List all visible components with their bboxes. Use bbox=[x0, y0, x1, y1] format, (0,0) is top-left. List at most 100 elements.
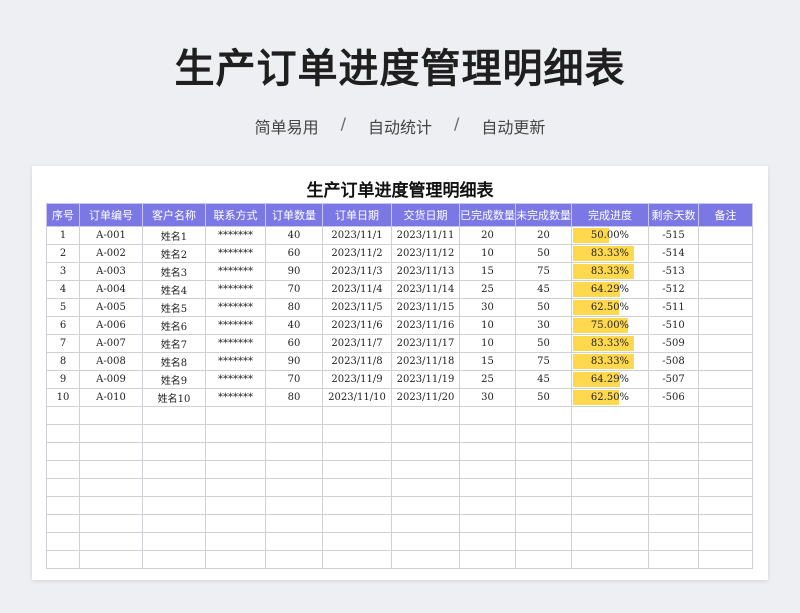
cell-days-left[interactable]: -512 bbox=[648, 280, 699, 299]
cell-contact[interactable]: ******* bbox=[205, 226, 266, 245]
cell-delivery-date[interactable]: 2023/11/16 bbox=[391, 316, 460, 335]
cell-days-left[interactable]: -515 bbox=[648, 226, 699, 245]
cell-qty[interactable] bbox=[265, 532, 323, 551]
cell-done[interactable]: 20 bbox=[459, 226, 516, 245]
cell-delivery-date[interactable]: 2023/11/17 bbox=[391, 334, 460, 353]
cell-undone[interactable] bbox=[515, 460, 572, 479]
cell-no[interactable]: 4 bbox=[46, 280, 80, 299]
cell-delivery-date[interactable] bbox=[391, 496, 460, 515]
cell-qty[interactable]: 70 bbox=[265, 280, 323, 299]
cell-order-date[interactable] bbox=[322, 424, 392, 443]
cell-order-date[interactable] bbox=[322, 532, 392, 551]
cell-order-date[interactable]: 2023/11/3 bbox=[322, 262, 392, 281]
cell-progress[interactable] bbox=[571, 442, 649, 461]
cell-note[interactable] bbox=[698, 532, 753, 551]
cell-note[interactable] bbox=[698, 496, 753, 515]
cell-no[interactable]: 5 bbox=[46, 298, 80, 317]
cell-delivery-date[interactable] bbox=[391, 532, 460, 551]
cell-qty[interactable] bbox=[265, 406, 323, 425]
cell-order-id[interactable] bbox=[79, 478, 143, 497]
cell-order-date[interactable]: 2023/11/4 bbox=[322, 280, 392, 299]
cell-progress[interactable]: 64.29% bbox=[571, 370, 649, 389]
column-header[interactable]: 剩余天数 bbox=[648, 203, 699, 227]
column-header[interactable]: 订单日期 bbox=[322, 203, 392, 227]
cell-undone[interactable] bbox=[515, 424, 572, 443]
cell-no[interactable]: 10 bbox=[46, 388, 80, 407]
cell-done[interactable] bbox=[459, 442, 516, 461]
cell-qty[interactable]: 90 bbox=[265, 352, 323, 371]
cell-qty[interactable]: 90 bbox=[265, 262, 323, 281]
cell-undone[interactable] bbox=[515, 442, 572, 461]
cell-done[interactable] bbox=[459, 406, 516, 425]
cell-done[interactable] bbox=[459, 514, 516, 533]
cell-note[interactable] bbox=[698, 442, 753, 461]
cell-customer[interactable] bbox=[142, 442, 206, 461]
cell-contact[interactable]: ******* bbox=[205, 370, 266, 389]
column-header[interactable]: 备注 bbox=[698, 203, 753, 227]
cell-customer[interactable]: 姓名8 bbox=[142, 352, 206, 371]
cell-note[interactable] bbox=[698, 370, 753, 389]
cell-no[interactable]: 8 bbox=[46, 352, 80, 371]
cell-days-left[interactable] bbox=[648, 406, 699, 425]
cell-no[interactable] bbox=[46, 460, 80, 479]
cell-done[interactable] bbox=[459, 550, 516, 569]
cell-undone[interactable] bbox=[515, 550, 572, 569]
cell-contact[interactable]: ******* bbox=[205, 352, 266, 371]
cell-qty[interactable] bbox=[265, 514, 323, 533]
cell-no[interactable] bbox=[46, 514, 80, 533]
cell-delivery-date[interactable] bbox=[391, 514, 460, 533]
cell-done[interactable]: 15 bbox=[459, 352, 516, 371]
cell-no[interactable]: 1 bbox=[46, 226, 80, 245]
cell-progress[interactable]: 83.33% bbox=[571, 334, 649, 353]
cell-customer[interactable] bbox=[142, 406, 206, 425]
cell-progress[interactable] bbox=[571, 406, 649, 425]
column-header[interactable]: 客户名称 bbox=[142, 203, 206, 227]
cell-customer[interactable]: 姓名7 bbox=[142, 334, 206, 353]
cell-days-left[interactable] bbox=[648, 478, 699, 497]
cell-contact[interactable]: ******* bbox=[205, 298, 266, 317]
cell-no[interactable] bbox=[46, 406, 80, 425]
cell-days-left[interactable]: -508 bbox=[648, 352, 699, 371]
cell-undone[interactable]: 50 bbox=[515, 244, 572, 263]
cell-delivery-date[interactable]: 2023/11/18 bbox=[391, 352, 460, 371]
cell-undone[interactable] bbox=[515, 532, 572, 551]
cell-undone[interactable]: 30 bbox=[515, 316, 572, 335]
cell-days-left[interactable] bbox=[648, 424, 699, 443]
cell-note[interactable] bbox=[698, 226, 753, 245]
cell-undone[interactable]: 45 bbox=[515, 370, 572, 389]
cell-note[interactable] bbox=[698, 280, 753, 299]
cell-qty[interactable] bbox=[265, 424, 323, 443]
cell-qty[interactable] bbox=[265, 460, 323, 479]
cell-delivery-date[interactable]: 2023/11/15 bbox=[391, 298, 460, 317]
column-header[interactable]: 已完成数量 bbox=[459, 203, 516, 227]
cell-progress[interactable]: 83.33% bbox=[571, 262, 649, 281]
cell-undone[interactable]: 75 bbox=[515, 262, 572, 281]
cell-order-date[interactable] bbox=[322, 442, 392, 461]
cell-order-date[interactable] bbox=[322, 478, 392, 497]
cell-undone[interactable]: 50 bbox=[515, 334, 572, 353]
cell-delivery-date[interactable] bbox=[391, 406, 460, 425]
cell-order-date[interactable] bbox=[322, 550, 392, 569]
cell-customer[interactable]: 姓名3 bbox=[142, 262, 206, 281]
cell-order-id[interactable] bbox=[79, 514, 143, 533]
cell-contact[interactable] bbox=[205, 442, 266, 461]
cell-contact[interactable]: ******* bbox=[205, 280, 266, 299]
cell-order-id[interactable]: A-008 bbox=[79, 352, 143, 371]
cell-progress[interactable]: 64.29% bbox=[571, 280, 649, 299]
cell-order-date[interactable]: 2023/11/8 bbox=[322, 352, 392, 371]
cell-no[interactable]: 9 bbox=[46, 370, 80, 389]
cell-progress[interactable]: 62.50% bbox=[571, 298, 649, 317]
cell-undone[interactable]: 50 bbox=[515, 388, 572, 407]
cell-progress[interactable] bbox=[571, 514, 649, 533]
cell-order-date[interactable] bbox=[322, 406, 392, 425]
cell-order-id[interactable] bbox=[79, 406, 143, 425]
cell-no[interactable]: 7 bbox=[46, 334, 80, 353]
cell-order-id[interactable] bbox=[79, 532, 143, 551]
cell-customer[interactable]: 姓名10 bbox=[142, 388, 206, 407]
cell-contact[interactable] bbox=[205, 514, 266, 533]
cell-contact[interactable]: ******* bbox=[205, 388, 266, 407]
cell-contact[interactable] bbox=[205, 478, 266, 497]
cell-no[interactable] bbox=[46, 532, 80, 551]
cell-delivery-date[interactable]: 2023/11/14 bbox=[391, 280, 460, 299]
cell-days-left[interactable]: -514 bbox=[648, 244, 699, 263]
